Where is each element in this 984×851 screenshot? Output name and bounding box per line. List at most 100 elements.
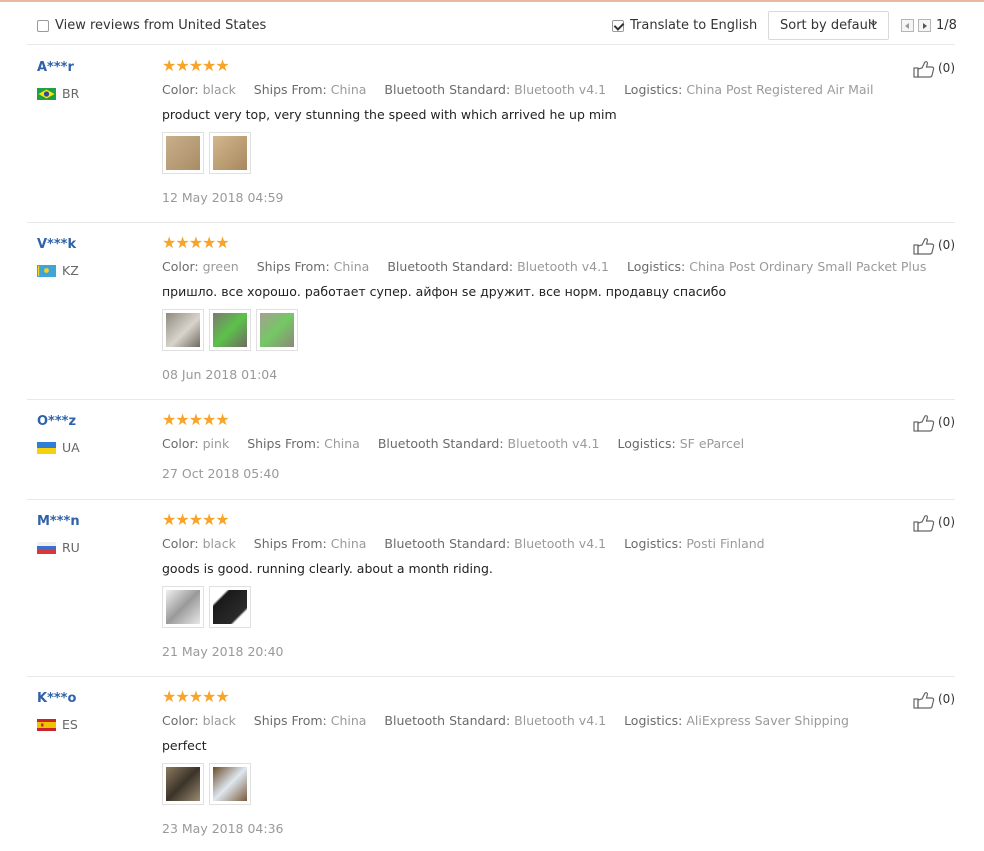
review-photo-thumbnail[interactable]	[162, 586, 204, 628]
color-label: Color:	[162, 536, 199, 551]
color-value: green	[202, 259, 239, 274]
ships-from-value: China	[330, 82, 367, 97]
bluetooth-value: Bluetooth v4.1	[514, 713, 607, 728]
logistics-value: Posti Finland	[686, 536, 765, 551]
ships-from-label: Ships From:	[253, 713, 327, 728]
color-value: black	[202, 713, 236, 728]
logistics-value: China Post Ordinary Small Packet Plus	[689, 259, 927, 274]
color-label: Color:	[162, 713, 199, 728]
arrow-right-icon	[923, 23, 927, 29]
rating-stars: ★★★★★	[162, 233, 230, 252]
thumbs-up-icon	[913, 415, 935, 432]
sort-dropdown[interactable]: Sort by default	[768, 11, 889, 40]
brazil-flag-icon	[37, 88, 56, 100]
helpful-button[interactable]: (0)	[913, 514, 957, 532]
logistics-value: AliExpress Saver Shipping	[686, 713, 849, 728]
color-label: Color:	[162, 82, 199, 97]
view-us-label[interactable]: View reviews from United States	[55, 18, 266, 33]
rating-stars: ★★★★★	[162, 56, 230, 75]
bluetooth-label: Bluetooth Standard:	[377, 436, 504, 451]
ships-from-label: Ships From:	[253, 82, 327, 97]
next-page-button[interactable]	[918, 19, 931, 32]
review-attributes: Color: black Ships From: China Bluetooth…	[162, 536, 779, 551]
review-text: пришло. все хорошо. работает супер. айфо…	[162, 284, 727, 299]
ships-from-value: China	[330, 713, 367, 728]
rating-stars: ★★★★★	[162, 510, 230, 529]
bluetooth-label: Bluetooth Standard:	[387, 259, 514, 274]
russia-flag-icon	[37, 542, 56, 554]
color-label: Color:	[162, 436, 199, 451]
review-photo-thumbnail[interactable]	[162, 309, 204, 351]
review-photo-thumbnail[interactable]	[209, 763, 251, 805]
bluetooth-label: Bluetooth Standard:	[384, 713, 511, 728]
color-value: black	[202, 536, 236, 551]
helpful-count: (0)	[938, 415, 955, 429]
kazakhstan-flag-icon	[37, 265, 56, 277]
thumbs-up-icon	[913, 515, 935, 532]
reviewer-country: ES	[62, 717, 78, 732]
color-value: pink	[202, 436, 230, 451]
logistics-label: Logistics:	[624, 536, 683, 551]
logistics-label: Logistics:	[626, 259, 686, 274]
rating-stars: ★★★★★	[162, 687, 230, 706]
color-label: Color:	[162, 259, 199, 274]
ships-from-label: Ships From:	[247, 436, 321, 451]
page-indicator: 1/8	[936, 18, 957, 33]
helpful-button[interactable]: (0)	[913, 237, 957, 255]
reviewer-name: M***n	[37, 514, 80, 529]
reviewer-country: UA	[62, 440, 80, 455]
translate-label[interactable]: Translate to English	[630, 18, 757, 33]
review-item: M***n RU ★★★★★ Color: black Ships From: …	[27, 510, 957, 677]
thumbs-up-icon	[913, 238, 935, 255]
review-photo-thumbnail[interactable]	[209, 586, 251, 628]
ships-from-value: China	[324, 436, 360, 451]
logistics-value: China Post Registered Air Mail	[686, 82, 874, 97]
review-attributes: Color: black Ships From: China Bluetooth…	[162, 82, 887, 97]
translate-checkbox[interactable]	[612, 20, 624, 32]
review-photo-thumbnail[interactable]	[162, 132, 204, 174]
review-photo-thumbnail[interactable]	[209, 309, 251, 351]
ships-from-label: Ships From:	[256, 259, 330, 274]
ships-from-label: Ships From:	[253, 536, 327, 551]
review-filter-bar: View reviews from United States Translat…	[27, 9, 957, 45]
review-item: V***k KZ ★★★★★ Color: green Ships From: …	[27, 233, 957, 400]
spain-flag-icon	[37, 719, 56, 731]
review-photo-thumbnail[interactable]	[162, 763, 204, 805]
reviewer-name: A***r	[37, 60, 74, 75]
review-photo-thumbnail[interactable]	[256, 309, 298, 351]
review-date: 23 May 2018 04:36	[162, 821, 284, 836]
sort-dropdown-label: Sort by default	[780, 18, 877, 33]
review-date: 08 Jun 2018 01:04	[162, 367, 278, 382]
helpful-count: (0)	[938, 515, 955, 529]
reviewer-country: RU	[62, 540, 80, 555]
logistics-label: Logistics:	[624, 82, 683, 97]
review-text: goods is good. running clearly. about a …	[162, 561, 493, 576]
prev-page-button[interactable]	[901, 19, 914, 32]
reviewer-name: K***o	[37, 691, 77, 706]
review-item: O***z UA ★★★★★ Color: pink Ships From: C…	[27, 411, 957, 500]
review-photo-thumbnail[interactable]	[209, 132, 251, 174]
reviewer-country: KZ	[62, 263, 79, 278]
review-date: 27 Oct 2018 05:40	[162, 466, 280, 481]
thumbs-up-icon	[913, 61, 935, 78]
ships-from-value: China	[330, 536, 367, 551]
bluetooth-value: Bluetooth v4.1	[517, 259, 609, 274]
reviewer-name: V***k	[37, 237, 77, 252]
arrow-left-icon	[905, 23, 909, 29]
bluetooth-value: Bluetooth v4.1	[514, 536, 607, 551]
logistics-label: Logistics:	[624, 713, 683, 728]
reviewer-name: O***z	[37, 414, 77, 429]
logistics-value: SF eParcel	[679, 436, 745, 451]
reviewer-country: BR	[62, 86, 80, 101]
helpful-button[interactable]: (0)	[913, 691, 957, 709]
bluetooth-label: Bluetooth Standard:	[384, 82, 511, 97]
review-attributes: Color: black Ships From: China Bluetooth…	[162, 713, 863, 728]
ships-from-value: China	[333, 259, 370, 274]
view-us-checkbox[interactable]	[37, 20, 49, 32]
helpful-button[interactable]: (0)	[913, 60, 957, 78]
logistics-label: Logistics:	[617, 436, 676, 451]
thumbs-up-icon	[913, 692, 935, 709]
helpful-button[interactable]: (0)	[913, 414, 957, 432]
helpful-count: (0)	[938, 238, 955, 252]
review-item: K***o ES ★★★★★ Color: black Ships From: …	[27, 687, 957, 849]
